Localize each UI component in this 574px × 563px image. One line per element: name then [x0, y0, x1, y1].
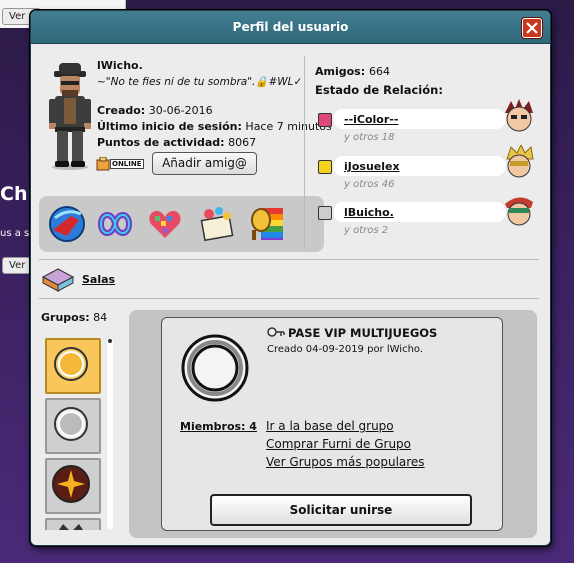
add-friend-button[interactable]: Añadir amig@ [152, 152, 257, 175]
friend-avatar-head-1[interactable] [501, 99, 537, 135]
pixel-heart-badge[interactable] [145, 204, 185, 244]
heart-icon [318, 113, 332, 127]
relation-love-name[interactable]: --iColor-- [344, 113, 398, 126]
rooms-link[interactable]: Salas [82, 273, 115, 286]
last-login-row: Último inicio de sesión: Hace 7 minutos [97, 120, 332, 133]
group-home-link[interactable]: Ir a la base del grupo [266, 419, 394, 433]
last-login-label: Último inicio de sesión: [97, 120, 242, 133]
group-item[interactable] [45, 518, 101, 530]
groups-list [39, 334, 105, 530]
group-item-selected[interactable] [45, 338, 101, 394]
online-status: ONLINE [96, 157, 144, 171]
groups-scrollbar[interactable] [107, 339, 113, 529]
star-compass-icon [52, 465, 90, 503]
rocket-badge[interactable] [47, 204, 87, 244]
friends-row: Amigos: 664 [315, 65, 390, 78]
window-title-bar[interactable]: Perfil del usuario [31, 11, 550, 44]
buy-group-furni-link[interactable]: Comprar Furni de Grupo [266, 437, 411, 451]
username: lWicho. [97, 59, 143, 72]
relation-friend-others[interactable]: y otros 46 [344, 179, 394, 190]
skull-icon [318, 206, 332, 220]
relation-friend-name[interactable]: iJosuelex [344, 160, 400, 173]
relation-enemy-name[interactable]: lBuicho. [344, 206, 394, 219]
friends-label: Amigos: [315, 65, 366, 78]
group-created: Creado 04-09-2019 por lWicho. [267, 344, 424, 355]
infinity-badge[interactable] [95, 204, 135, 244]
rainbow-tennis-badge[interactable] [247, 204, 287, 244]
key-icon [267, 327, 285, 337]
close-icon [526, 22, 538, 34]
group-name: PASE VIP MULTIJUEGOS [288, 326, 438, 340]
group-members-link[interactable]: Miembros: 4 [180, 420, 257, 433]
created-row: Creado: 30-06-2016 [97, 104, 213, 117]
groups-scrollbar-thumb[interactable] [108, 339, 112, 343]
column-divider [304, 56, 305, 250]
groups-row: Grupos: 84 [41, 311, 107, 324]
created-value: 30-06-2016 [148, 104, 213, 117]
relationship-status-label: Estado de Relación: [315, 83, 443, 97]
friends-count: 664 [368, 65, 390, 78]
groups-count: 84 [93, 311, 108, 324]
user-profile-window: Perfil del usuario lWicho. ~"No te fies … [30, 10, 551, 546]
section-divider-2 [39, 298, 539, 299]
group-item[interactable] [45, 398, 101, 454]
relation-love-others[interactable]: y otros 18 [344, 132, 394, 143]
friend-avatar-head-3[interactable] [501, 192, 537, 228]
group-badge-ring-icon [181, 334, 249, 402]
groups-label: Grupos: [41, 311, 90, 324]
user-motto: ~"No te fies ni de tu sombra".🔒#WL✓ [97, 76, 303, 88]
popular-groups-link[interactable]: Ver Grupos más populares [266, 455, 425, 469]
online-badge: ONLINE [110, 159, 144, 169]
activity-value: 8067 [228, 136, 257, 149]
gold-ring-icon [54, 347, 88, 381]
activity-label: Puntos de actividad: [97, 136, 225, 149]
notebook-badge[interactable] [197, 204, 237, 244]
relation-enemy-others[interactable]: y otros 2 [344, 225, 388, 236]
close-button[interactable] [522, 18, 542, 38]
group-item[interactable] [45, 458, 101, 514]
created-label: Creado: [97, 104, 146, 117]
request-join-button[interactable]: Solicitar unirse [210, 494, 472, 526]
badges-panel [39, 196, 324, 252]
friend-avatar-head-2[interactable] [501, 145, 537, 181]
background-view-button-2[interactable]: Ver [2, 257, 33, 274]
user-avatar [49, 63, 91, 170]
silver-ring-icon [54, 407, 88, 441]
crown-badge-icon [59, 524, 83, 530]
rooms-icon[interactable] [41, 267, 75, 293]
smile-icon [318, 160, 332, 174]
section-divider [39, 259, 539, 260]
window-title: Perfil del usuario [232, 20, 349, 34]
online-icon [96, 157, 110, 171]
activity-row: Puntos de actividad: 8067 [97, 136, 256, 149]
